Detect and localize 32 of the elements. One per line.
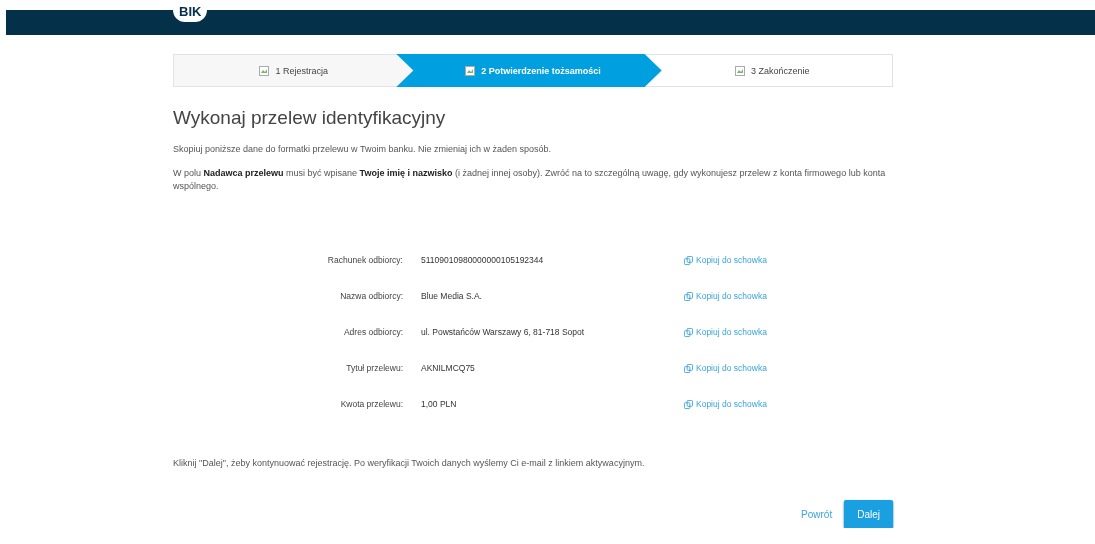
copy-icon: [684, 363, 693, 373]
broken-image-icon: [465, 65, 476, 76]
field-value: Blue Media S.A.: [421, 291, 483, 301]
field-label: Tytuł przelewu:: [345, 363, 403, 373]
copy-link[interactable]: Kopiuj do schowka: [684, 363, 767, 373]
field-label: Kwota przelewu:: [339, 399, 403, 409]
field-value: 51109010980000000105192344: [421, 255, 545, 265]
broken-image-icon: [259, 65, 270, 76]
copy-link[interactable]: Kopiuj do schowka: [684, 399, 767, 409]
info-text: Kliknij "Dalej", żeby kontynuować rejestrację. Po weryfikacji Twoich danych wyślemy Ci e-mail z linkiem aktywacyjnym.: [173, 457, 646, 470]
back-link[interactable]: Powrót: [801, 508, 833, 520]
field-value: AKNILMCQ75: [421, 363, 476, 373]
copy-link[interactable]: Kopiuj do schowka: [684, 327, 767, 337]
field-value: ul. Powstańców Warszawy 6, 81-718 Sopot: [421, 327, 586, 337]
field-value: 1,00 PLN: [421, 399, 458, 409]
copy-icon: [684, 255, 693, 265]
copy-icon: [684, 291, 693, 301]
step-tab[interactable]: 2 Potwierdzenie tożsamości: [396, 54, 662, 87]
instruction-text: Skopiuj poniższe dane do formatki przelewu w Twoim banku. Nie zmieniaj ich w żaden sposób.: [173, 143, 553, 156]
copy-link[interactable]: Kopiuj do schowka: [684, 255, 767, 265]
field-label: Nazwa odbiorcy:: [339, 291, 403, 301]
broken-image-icon: [735, 65, 746, 76]
copy-icon: [684, 327, 693, 337]
copy-link[interactable]: Kopiuj do schowka: [684, 291, 767, 301]
next-button[interactable]: Dalej: [844, 500, 893, 528]
field-label: Rachunek odbiorcy:: [326, 255, 403, 265]
page-title: Wykonaj przelew identyfikacyjny: [173, 107, 447, 129]
instruction-text: W polu Nadawca przelewu musi być wpisane Twoje imię i nazwisko (i żadnej innej osoby). Zwróć na to szczególną uwagę, gdy wykonujesz przelew z konta firmowego lub konta wspólnego.: [173, 167, 887, 193]
logo[interactable]: BIK: [173, 4, 208, 22]
copy-icon: [684, 399, 693, 409]
field-label: Adres odbiorcy:: [342, 327, 403, 337]
step-tab[interactable]: 1 Rejestracja: [174, 55, 414, 86]
